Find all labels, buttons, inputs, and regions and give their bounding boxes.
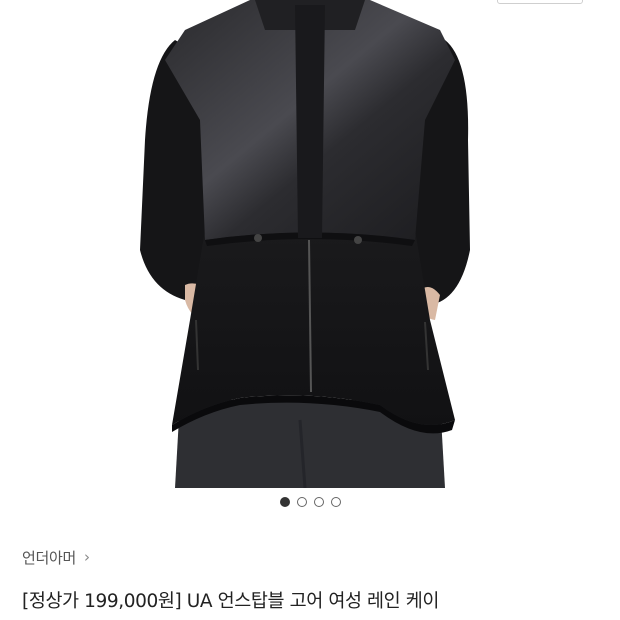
brand-name: 언더아머 bbox=[22, 548, 77, 567]
carousel-dot-2[interactable] bbox=[296, 497, 307, 507]
carousel-dot-1[interactable] bbox=[279, 497, 290, 507]
brand-link[interactable]: 언더아머 › bbox=[22, 545, 90, 569]
chevron-right-icon: › bbox=[84, 547, 91, 566]
jacket-illustration bbox=[140, 0, 470, 488]
carousel-dot-3[interactable] bbox=[313, 497, 324, 507]
top-badge bbox=[497, 0, 583, 4]
product-title: [정상가 199,000원] UA 언스탑블 고어 여성 레인 케이 bbox=[22, 591, 440, 612]
product-image[interactable] bbox=[0, 0, 620, 488]
carousel-indicator bbox=[0, 496, 620, 508]
carousel-dot-4[interactable] bbox=[330, 497, 341, 507]
